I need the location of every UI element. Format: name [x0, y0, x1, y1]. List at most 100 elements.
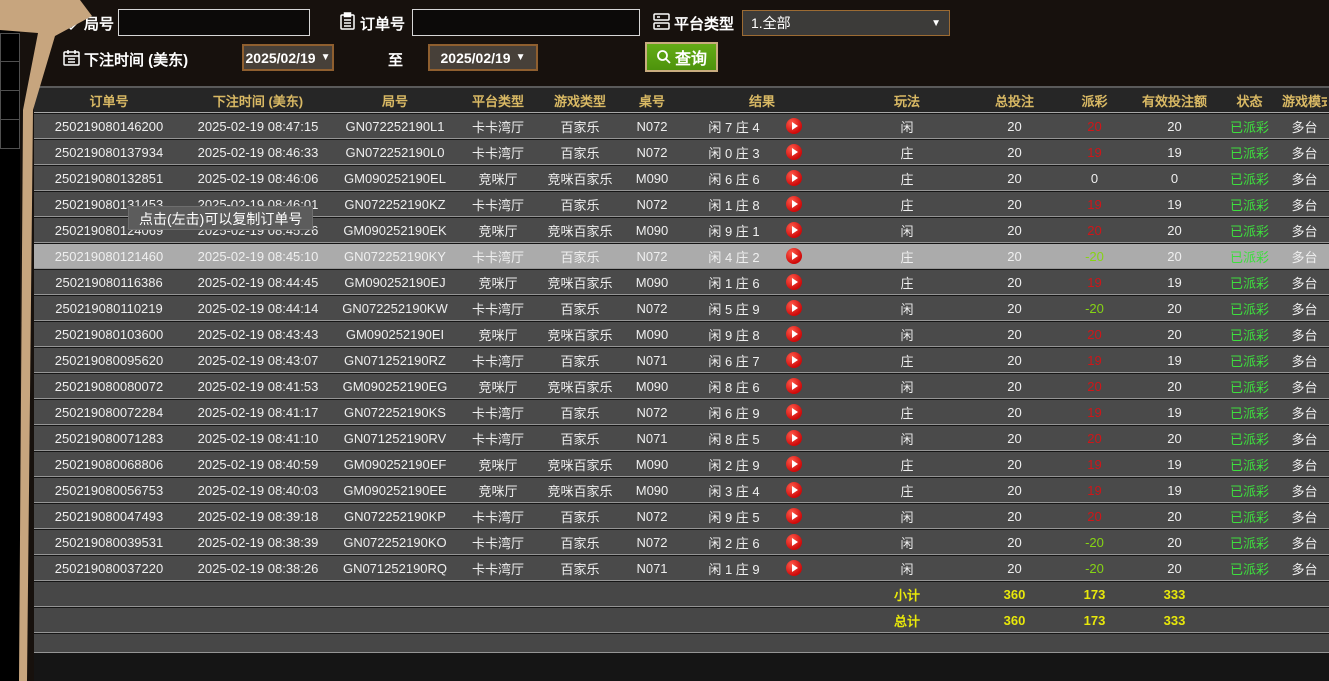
cell-table-number: M090	[622, 223, 682, 238]
table-row[interactable]: 250219080103600 2025-02-19 08:43:43 GM09…	[34, 322, 1329, 347]
cell-round-number: GN072252190KO	[332, 535, 458, 550]
table-row[interactable]: 250219080068806 2025-02-19 08:40:59 GM09…	[34, 452, 1329, 477]
total-payout: 173	[1057, 613, 1132, 628]
table-row[interactable]: 250219080072284 2025-02-19 08:41:17 GN07…	[34, 400, 1329, 425]
filter-bar: 局号 订单号 平台类型 1.全部 ▼ 下注时间 (美东)	[20, 0, 1329, 86]
result-score: 闲 2 庄 6	[682, 533, 786, 552]
cell-valid-bet: 20	[1132, 535, 1217, 550]
platform-type-select[interactable]: 1.全部 ▼	[742, 10, 950, 36]
cell-status: 已派彩	[1217, 195, 1282, 214]
cell-order-number[interactable]: 250219080146200	[34, 119, 184, 134]
cell-table-number: N072	[622, 249, 682, 264]
cell-play-type: 庄	[842, 481, 972, 500]
cell-order-number[interactable]: 250219080121460	[34, 249, 184, 264]
cell-valid-bet: 0	[1132, 171, 1217, 186]
cell-payout: 20	[1057, 431, 1132, 446]
play-video-icon[interactable]	[786, 560, 802, 576]
table-row[interactable]: 250219080056753 2025-02-19 08:40:03 GM09…	[34, 478, 1329, 503]
play-video-icon[interactable]	[786, 508, 802, 524]
cell-bet-time: 2025-02-19 08:44:45	[184, 275, 332, 290]
play-video-icon[interactable]	[786, 248, 802, 264]
cell-payout: 19	[1057, 197, 1132, 212]
cell-game-type: 百家乐	[538, 247, 622, 266]
cell-order-number[interactable]: 250219080072284	[34, 405, 184, 420]
play-video-icon[interactable]	[786, 534, 802, 550]
play-video-icon[interactable]	[786, 326, 802, 342]
cell-table-number: M090	[622, 379, 682, 394]
cell-order-number[interactable]: 250219080037220	[34, 561, 184, 576]
table-row[interactable]: 250219080116386 2025-02-19 08:44:45 GM09…	[34, 270, 1329, 295]
cell-round-number: GN072252190KP	[332, 509, 458, 524]
cell-platform: 卡卡湾厅	[458, 507, 538, 526]
cell-payout: 20	[1057, 119, 1132, 134]
date-from-picker[interactable]: 2025/02/19 ▼	[242, 44, 334, 71]
round-number-input[interactable]	[118, 9, 310, 36]
play-video-icon[interactable]	[786, 378, 802, 394]
cell-total-bet: 20	[972, 145, 1057, 160]
play-video-icon[interactable]	[786, 196, 802, 212]
table-row[interactable]: 250219080047493 2025-02-19 08:39:18 GN07…	[34, 504, 1329, 529]
cell-total-bet: 20	[972, 457, 1057, 472]
play-video-icon[interactable]	[786, 170, 802, 186]
play-video-icon[interactable]	[786, 352, 802, 368]
table-row[interactable]: 250219080137934 2025-02-19 08:46:33 GN07…	[34, 140, 1329, 165]
cell-play-type: 闲	[842, 533, 972, 552]
table-row[interactable]: 250219080132851 2025-02-19 08:46:06 GM09…	[34, 166, 1329, 191]
cell-status: 已派彩	[1217, 273, 1282, 292]
cell-total-bet: 20	[972, 301, 1057, 316]
play-video-icon[interactable]	[786, 430, 802, 446]
cell-round-number: GN071252190RZ	[332, 353, 458, 368]
cell-status: 已派彩	[1217, 377, 1282, 396]
cell-result: 闲 6 庄 6	[682, 169, 842, 188]
cell-payout: 19	[1057, 275, 1132, 290]
cell-valid-bet: 20	[1132, 119, 1217, 134]
table-row[interactable]: 250219080037220 2025-02-19 08:38:26 GN07…	[34, 556, 1329, 581]
table-row[interactable]: 250219080146200 2025-02-19 08:47:15 GN07…	[34, 114, 1329, 139]
cell-order-number[interactable]: 250219080116386	[34, 275, 184, 290]
play-video-icon[interactable]	[786, 222, 802, 238]
cell-order-number[interactable]: 250219080047493	[34, 509, 184, 524]
cell-order-number[interactable]: 250219080095620	[34, 353, 184, 368]
cell-game-type: 百家乐	[538, 117, 622, 136]
table-row[interactable]: 250219080080072 2025-02-19 08:41:53 GM09…	[34, 374, 1329, 399]
table-row[interactable]: 250219080039531 2025-02-19 08:38:39 GN07…	[34, 530, 1329, 555]
play-video-icon[interactable]	[786, 456, 802, 472]
cell-order-number[interactable]: 250219080068806	[34, 457, 184, 472]
cell-order-number[interactable]: 250219080080072	[34, 379, 184, 394]
play-video-icon[interactable]	[786, 300, 802, 316]
search-icon	[656, 49, 672, 65]
cell-bet-time: 2025-02-19 08:39:18	[184, 509, 332, 524]
play-video-icon[interactable]	[786, 482, 802, 498]
cell-order-number[interactable]: 250219080071283	[34, 431, 184, 446]
cell-play-type: 庄	[842, 403, 972, 422]
cell-valid-bet: 20	[1132, 379, 1217, 394]
cell-order-number[interactable]: 250219080137934	[34, 145, 184, 160]
header-total-bet: 总投注	[972, 91, 1057, 110]
cell-play-type: 庄	[842, 351, 972, 370]
cell-game-type: 竞咪百家乐	[538, 169, 622, 188]
cell-game-type: 竞咪百家乐	[538, 455, 622, 474]
cell-order-number[interactable]: 250219080039531	[34, 535, 184, 550]
order-number-input[interactable]	[412, 9, 640, 36]
play-video-icon[interactable]	[786, 404, 802, 420]
play-video-icon[interactable]	[786, 274, 802, 290]
subtotal-bet: 360	[972, 587, 1057, 602]
table-row[interactable]: 250219080121460 2025-02-19 08:45:10 GN07…	[34, 244, 1329, 269]
play-video-icon[interactable]	[786, 118, 802, 134]
cell-total-bet: 20	[972, 379, 1057, 394]
query-button[interactable]: 查询	[645, 42, 718, 72]
cell-order-number[interactable]: 250219080103600	[34, 327, 184, 342]
table-row[interactable]: 250219080110219 2025-02-19 08:44:14 GN07…	[34, 296, 1329, 321]
table-row[interactable]: 250219080071283 2025-02-19 08:41:10 GN07…	[34, 426, 1329, 451]
cell-order-number[interactable]: 250219080132851	[34, 171, 184, 186]
table-row[interactable]: 250219080095620 2025-02-19 08:43:07 GN07…	[34, 348, 1329, 373]
date-to-picker[interactable]: 2025/02/19 ▼	[428, 44, 538, 71]
cell-status: 已派彩	[1217, 481, 1282, 500]
cell-order-number[interactable]: 250219080056753	[34, 483, 184, 498]
cell-game-mode: 多台	[1282, 117, 1327, 136]
cell-order-number[interactable]: 250219080110219	[34, 301, 184, 316]
cell-total-bet: 20	[972, 223, 1057, 238]
play-video-icon[interactable]	[786, 144, 802, 160]
cell-round-number: GM090252190EJ	[332, 275, 458, 290]
cell-valid-bet: 20	[1132, 249, 1217, 264]
